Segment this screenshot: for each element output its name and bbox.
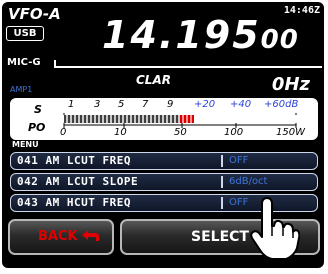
mode-badge[interactable]: USB	[6, 26, 44, 41]
frequency-display[interactable]: 14.19500	[102, 10, 299, 65]
frequency-small-digits: 00	[260, 25, 299, 55]
po-scale-100: 100	[224, 127, 244, 138]
vfo-label: VFO-A	[8, 5, 61, 23]
po-scale-10: 10	[114, 127, 127, 138]
menu-item-number: 041	[17, 154, 39, 167]
menu-item-divider	[221, 197, 223, 209]
menu-item-value: OFF	[229, 197, 249, 208]
po-scale-0: 0	[60, 127, 67, 138]
signal-meter: S PO 1 3 5 7 9 +20 +40 +60dB 0 10 50 100…	[10, 98, 318, 140]
back-button[interactable]: BACK	[8, 219, 114, 255]
menu-item-number: 043	[17, 196, 39, 209]
menu-item-text: 042 AM LCUT SLOPE	[17, 174, 138, 189]
menu-item-label: AM LCUT FREQ	[45, 154, 131, 167]
menu-label: MENU	[12, 140, 39, 149]
back-button-label: BACK	[38, 229, 78, 244]
menu-item-divider	[221, 155, 223, 167]
menu-item-042[interactable]: 042 AM LCUT SLOPE 6dB/oct	[10, 173, 318, 191]
menu-item-value: 6dB/oct	[229, 176, 268, 187]
clar-label: CLAR	[136, 73, 171, 87]
menu-item-label: AM LCUT SLOPE	[45, 175, 139, 188]
menu-item-number: 042	[17, 175, 39, 188]
menu-item-divider	[221, 176, 223, 188]
po-scale-50: 50	[174, 127, 187, 138]
meter-scale-ticks	[63, 113, 297, 128]
menu-item-label: AM HCUT FREQ	[45, 196, 131, 209]
amp-indicator: AMP1	[10, 85, 33, 94]
mic-gain-label: MIC-G	[7, 57, 41, 68]
po-scale-150w: 150W	[276, 127, 305, 138]
pointing-hand-icon	[250, 197, 300, 260]
menu-item-text: 043 AM HCUT FREQ	[17, 195, 131, 210]
clar-value: 0Hz	[271, 74, 310, 95]
return-arrow-icon	[82, 230, 99, 241]
mic-gain-bar	[54, 66, 322, 68]
frequency-main: 14.195	[102, 13, 261, 57]
menu-item-041[interactable]: 041 AM LCUT FREQ OFF	[10, 152, 318, 170]
menu-item-value: OFF	[229, 155, 249, 166]
menu-item-text: 041 AM LCUT FREQ	[17, 153, 131, 168]
